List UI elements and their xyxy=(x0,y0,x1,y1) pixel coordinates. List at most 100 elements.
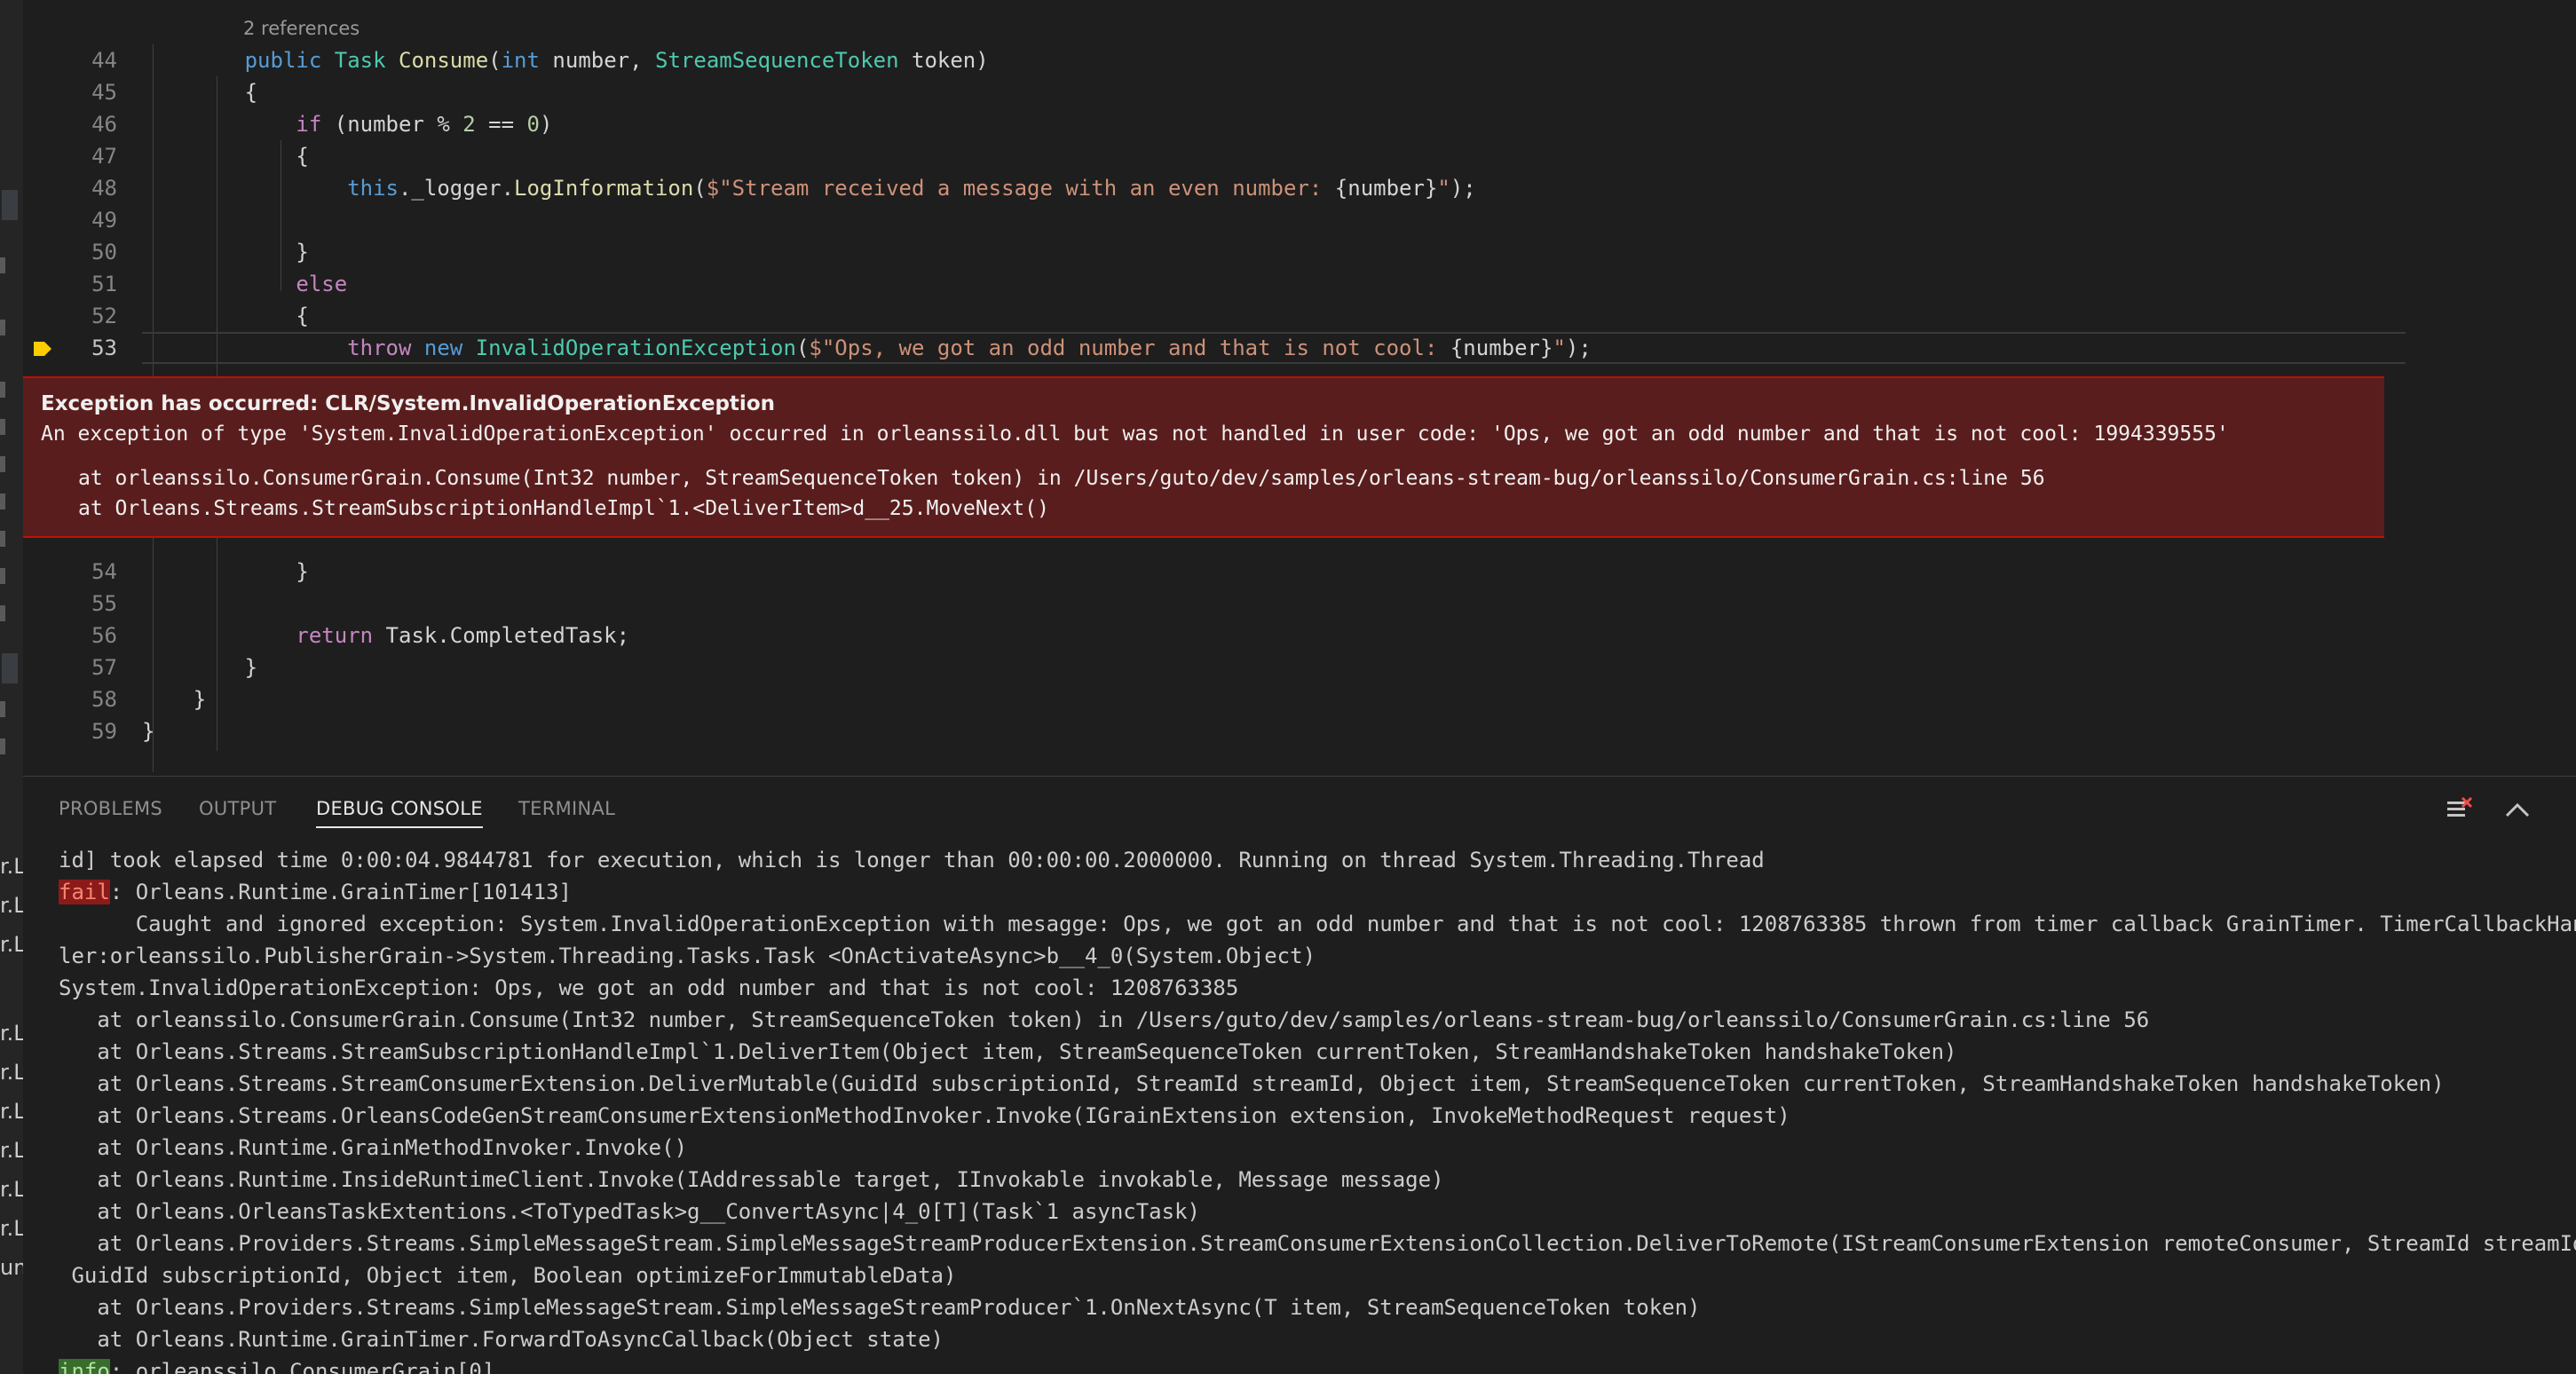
tab-debug-console[interactable]: DEBUG CONSOLE xyxy=(316,798,483,828)
code-line[interactable]: 48 this._logger.LogInformation($"Stream … xyxy=(23,172,2576,204)
console-line: at Orleans.Runtime.GrainTimer.ForwardToA… xyxy=(59,1323,944,1355)
code-line[interactable]: 47 { xyxy=(23,140,2576,172)
code-line[interactable]: 51 else xyxy=(23,268,2576,300)
code-text: else xyxy=(296,272,348,296)
tab-terminal[interactable]: TERMINAL xyxy=(518,798,615,826)
line-number: 57 xyxy=(91,655,117,680)
code-text: } xyxy=(244,655,258,680)
console-line-text: at orleanssilo.ConsumerGrain.Consume(Int… xyxy=(59,1007,2150,1032)
code-text: } xyxy=(244,559,309,584)
line-number: 46 xyxy=(91,112,117,137)
tab-output[interactable]: OUTPUT xyxy=(199,798,276,826)
console-line-text: at Orleans.Runtime.InsideRuntimeClient.I… xyxy=(59,1167,1444,1192)
console-line: at Orleans.Runtime.GrainMethodInvoker.In… xyxy=(59,1132,687,1164)
side-panel-tick xyxy=(0,568,5,584)
console-line: Caught and ignored exception: System.Inv… xyxy=(59,908,2576,940)
console-line: at orleanssilo.ConsumerGrain.Consume(Int… xyxy=(59,1004,2149,1036)
exception-widget: Exception has occurred: CLR/System.Inval… xyxy=(23,376,2384,538)
side-panel-tick xyxy=(0,605,5,621)
panel-actions xyxy=(2443,794,2540,826)
panel-tab-bar: PROBLEMS OUTPUT DEBUG CONSOLE TERMINAL xyxy=(23,777,2576,839)
debug-console-output[interactable]: id] took elapsed time 0:00:04.9844781 fo… xyxy=(23,844,2576,1374)
line-number: 55 xyxy=(91,591,117,616)
side-panel-item-label[interactable]: r.L xyxy=(0,1060,23,1085)
side-panel-item-label[interactable]: r.L xyxy=(0,1138,23,1163)
exception-stack-frame[interactable]: at orleanssilo.ConsumerGrain.Consume(Int… xyxy=(78,467,2045,490)
code-line[interactable]: 59} xyxy=(23,715,2576,747)
code-line[interactable]: 50 } xyxy=(23,236,2576,268)
code-text: } xyxy=(193,687,207,712)
code-text: { xyxy=(244,80,258,105)
side-panel-tick xyxy=(0,320,5,336)
line-number: 50 xyxy=(91,240,117,265)
side-panel-tick xyxy=(0,257,5,273)
console-line-text: at Orleans.OrleansTaskExtentions.<ToType… xyxy=(59,1199,1200,1224)
side-panel-tick xyxy=(0,382,5,398)
code-line[interactable]: 49 xyxy=(23,204,2576,236)
code-text: { xyxy=(244,144,309,169)
code-line[interactable]: 44 public Task Consume(int number, Strea… xyxy=(23,44,2576,76)
code-text: } xyxy=(142,719,155,744)
side-panel-item-label[interactable]: r.L xyxy=(0,854,23,879)
console-line-text: at Orleans.Streams.StreamSubscriptionHan… xyxy=(59,1039,1957,1064)
side-panel-item-label[interactable]: r.L xyxy=(0,1216,23,1241)
tab-problems[interactable]: PROBLEMS xyxy=(59,798,162,826)
code-line[interactable]: 55 xyxy=(23,588,2576,620)
side-panel-tick xyxy=(0,419,5,435)
line-number: 54 xyxy=(91,559,117,584)
chevron-up-icon[interactable] xyxy=(2501,794,2533,826)
code-text: throw new InvalidOperationException($"Op… xyxy=(347,336,1592,360)
side-panel-tick xyxy=(0,494,5,509)
code-line[interactable]: 54 } xyxy=(23,556,2576,588)
side-panel-item-label[interactable]: r.L xyxy=(0,1021,23,1046)
line-number: 52 xyxy=(91,304,117,328)
line-number: 53 xyxy=(91,336,117,360)
code-editor[interactable]: 2 references 44 public Task Consume(int … xyxy=(23,0,2576,774)
line-number: 48 xyxy=(91,176,117,201)
side-panel-item-label[interactable]: r.L xyxy=(0,893,23,918)
line-number: 58 xyxy=(91,687,117,712)
console-line-text: at Orleans.Runtime.GrainMethodInvoker.In… xyxy=(59,1135,688,1160)
side-panel-item-label[interactable]: um xyxy=(0,1255,23,1280)
side-panel-tick xyxy=(0,701,5,717)
console-line: at Orleans.Providers.Streams.SimpleMessa… xyxy=(59,1291,1700,1323)
side-panel-item-label[interactable]: r.L xyxy=(0,1099,23,1124)
code-text: public Task Consume(int number, StreamSe… xyxy=(244,48,989,73)
code-line[interactable]: 45 { xyxy=(23,76,2576,108)
console-line: at Orleans.Streams.StreamConsumerExtensi… xyxy=(59,1068,2444,1100)
code-line[interactable]: 52 { xyxy=(23,300,2576,332)
line-number: 51 xyxy=(91,272,117,296)
exception-stack-frame[interactable]: at Orleans.Streams.StreamSubscriptionHan… xyxy=(78,497,1049,520)
side-panel-tick xyxy=(0,738,5,754)
fail-log-level-badge: fail xyxy=(59,880,110,904)
console-line-text: ler:orleanssilo.PublisherGrain->System.T… xyxy=(59,944,1316,968)
side-panel-item-label[interactable]: r.L xyxy=(0,932,23,957)
bottom-panel: PROBLEMS OUTPUT DEBUG CONSOLE TERMINAL i… xyxy=(23,776,2576,1374)
console-line: ler:orleanssilo.PublisherGrain->System.T… xyxy=(59,940,1316,972)
code-text: { xyxy=(244,304,309,328)
code-line[interactable]: 53 throw new InvalidOperationException($… xyxy=(23,332,2576,364)
console-line: fail: Orleans.Runtime.GrainTimer[101413] xyxy=(59,876,572,908)
line-number: 59 xyxy=(91,719,117,744)
console-line: System.InvalidOperationException: Ops, w… xyxy=(59,972,1238,1004)
code-text: this._logger.LogInformation($"Stream rec… xyxy=(347,176,1476,201)
console-line: GuidId subscriptionId, Object item, Bool… xyxy=(59,1260,956,1291)
line-number: 47 xyxy=(91,144,117,169)
console-line: at Orleans.Streams.StreamSubscriptionHan… xyxy=(59,1036,1956,1068)
clear-console-icon[interactable] xyxy=(2443,794,2475,826)
code-line[interactable]: 58 } xyxy=(23,683,2576,715)
code-line[interactable]: 56 return Task.CompletedTask; xyxy=(23,620,2576,651)
side-panel-item-label[interactable]: r.L xyxy=(0,1177,23,1202)
code-line[interactable]: 46 if (number % 2 == 0) xyxy=(23,108,2576,140)
codelens-references[interactable]: 2 references xyxy=(243,18,360,39)
console-line-text: Caught and ignored exception: System.Inv… xyxy=(59,912,2576,936)
code-text: } xyxy=(244,240,309,265)
info-log-level-badge: info xyxy=(59,1359,110,1374)
console-line: at Orleans.Providers.Streams.SimpleMessa… xyxy=(59,1228,2576,1260)
console-line: at Orleans.Streams.OrleansCodeGenStreamC… xyxy=(59,1100,1790,1132)
console-line: id] took elapsed time 0:00:04.9844781 fo… xyxy=(59,844,1765,876)
code-line[interactable]: 57 } xyxy=(23,651,2576,683)
side-panel-tick xyxy=(0,456,5,472)
